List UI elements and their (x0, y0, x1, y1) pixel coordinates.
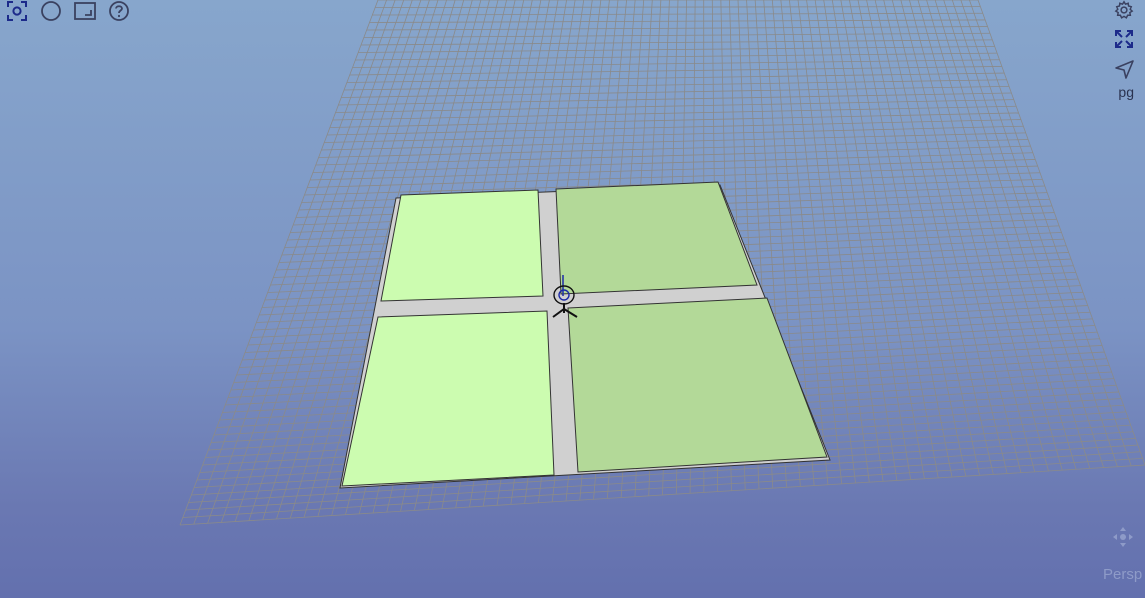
grid-line (823, 0, 898, 481)
circle-icon (41, 1, 61, 21)
grid-line (814, 0, 884, 482)
frame-icon (74, 2, 96, 20)
move-icon (1113, 527, 1133, 547)
fullscreen-button[interactable] (1113, 28, 1135, 50)
grid-line (874, 0, 980, 476)
scene-canvas[interactable] (0, 0, 1145, 598)
grid-line (891, 0, 1008, 474)
help-button[interactable] (107, 0, 131, 22)
help-icon (109, 1, 129, 21)
grid-line (943, 0, 1091, 469)
grid-line (926, 0, 1063, 471)
unit-label: pg (1118, 84, 1134, 100)
pan-control[interactable] (1112, 526, 1134, 548)
parcel-ne (555, 181, 758, 295)
frame-button[interactable] (73, 0, 97, 22)
3d-viewport[interactable]: pg Persp (0, 0, 1145, 598)
grid-line (883, 0, 994, 475)
grid-line (806, 0, 870, 483)
orbit-button[interactable] (39, 0, 63, 22)
projection-label[interactable]: Persp (1103, 566, 1142, 583)
focus-icon (7, 1, 27, 21)
grid-line (866, 0, 967, 477)
focus-button[interactable] (5, 0, 29, 22)
settings-button[interactable] (1112, 0, 1136, 20)
parcel-sw (341, 310, 555, 487)
parcel-nw (380, 189, 544, 302)
fullscreen-icon (1115, 30, 1133, 48)
navigate-icon (1115, 60, 1134, 79)
grid-line (934, 0, 1077, 470)
gear-icon (1114, 0, 1134, 19)
navigate-button[interactable] (1113, 58, 1135, 80)
parcels-group (339, 181, 831, 489)
grid-line (900, 0, 1022, 473)
grid-line (909, 0, 1036, 472)
